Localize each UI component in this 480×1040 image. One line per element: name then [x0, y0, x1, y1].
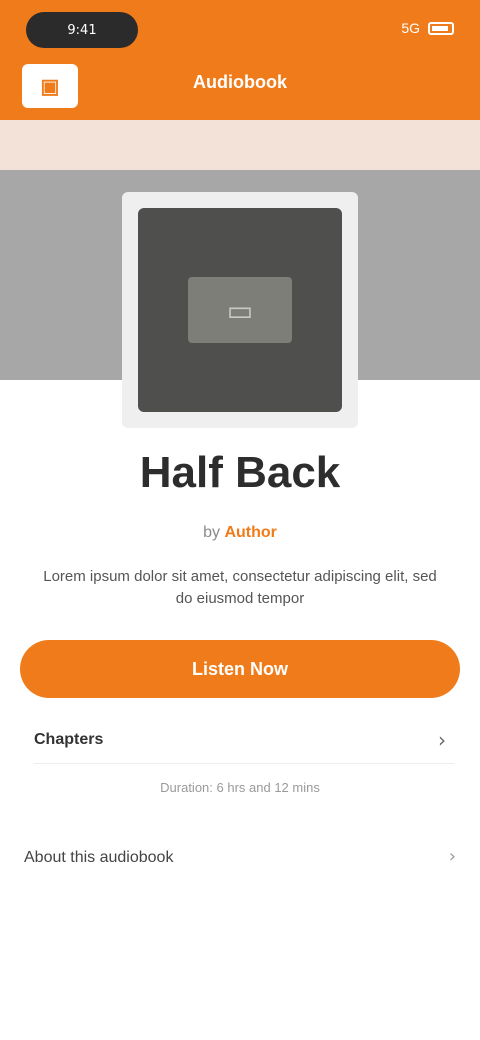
- status-time-text: 9:41: [67, 22, 97, 38]
- signal-text: 5G: [401, 20, 420, 36]
- chevron-right-icon: ›: [448, 846, 456, 867]
- chevron-right-icon: ›: [438, 728, 446, 752]
- cover-art[interactable]: ▭: [138, 208, 342, 412]
- battery-icon: [428, 21, 454, 35]
- app-logo-icon[interactable]: ▣: [22, 64, 78, 108]
- chapters-row-label: Chapters: [34, 730, 104, 748]
- book-description: Lorem ipsum dolor sit amet, consectetur …: [43, 568, 437, 607]
- nav-title: Audiobook: [193, 72, 287, 92]
- sub-band: [0, 120, 480, 170]
- about-section-label: About this audiobook: [24, 849, 174, 866]
- author-link[interactable]: Author: [224, 524, 276, 541]
- about-section-row[interactable]: About this audiobook ›: [24, 838, 464, 878]
- cover-placeholder-icon: ▭: [188, 277, 292, 343]
- cover-placeholder-glyph: ▭: [226, 293, 254, 327]
- byline: by Author: [0, 524, 480, 542]
- duration-note: Duration: 6 hrs and 12 mins: [160, 780, 320, 795]
- app-bar: 9:41 5G ▣ Audiobook: [0, 0, 480, 120]
- status-indicators: 5G: [401, 20, 454, 36]
- status-time: 9:41: [26, 12, 138, 48]
- listen-button[interactable]: Listen Now: [20, 640, 460, 698]
- byline-prefix: by: [203, 524, 220, 541]
- book-title: Half Back: [139, 448, 341, 497]
- app-logo-glyph: ▣: [40, 75, 60, 98]
- chapters-row[interactable]: Chapters ›: [34, 716, 454, 764]
